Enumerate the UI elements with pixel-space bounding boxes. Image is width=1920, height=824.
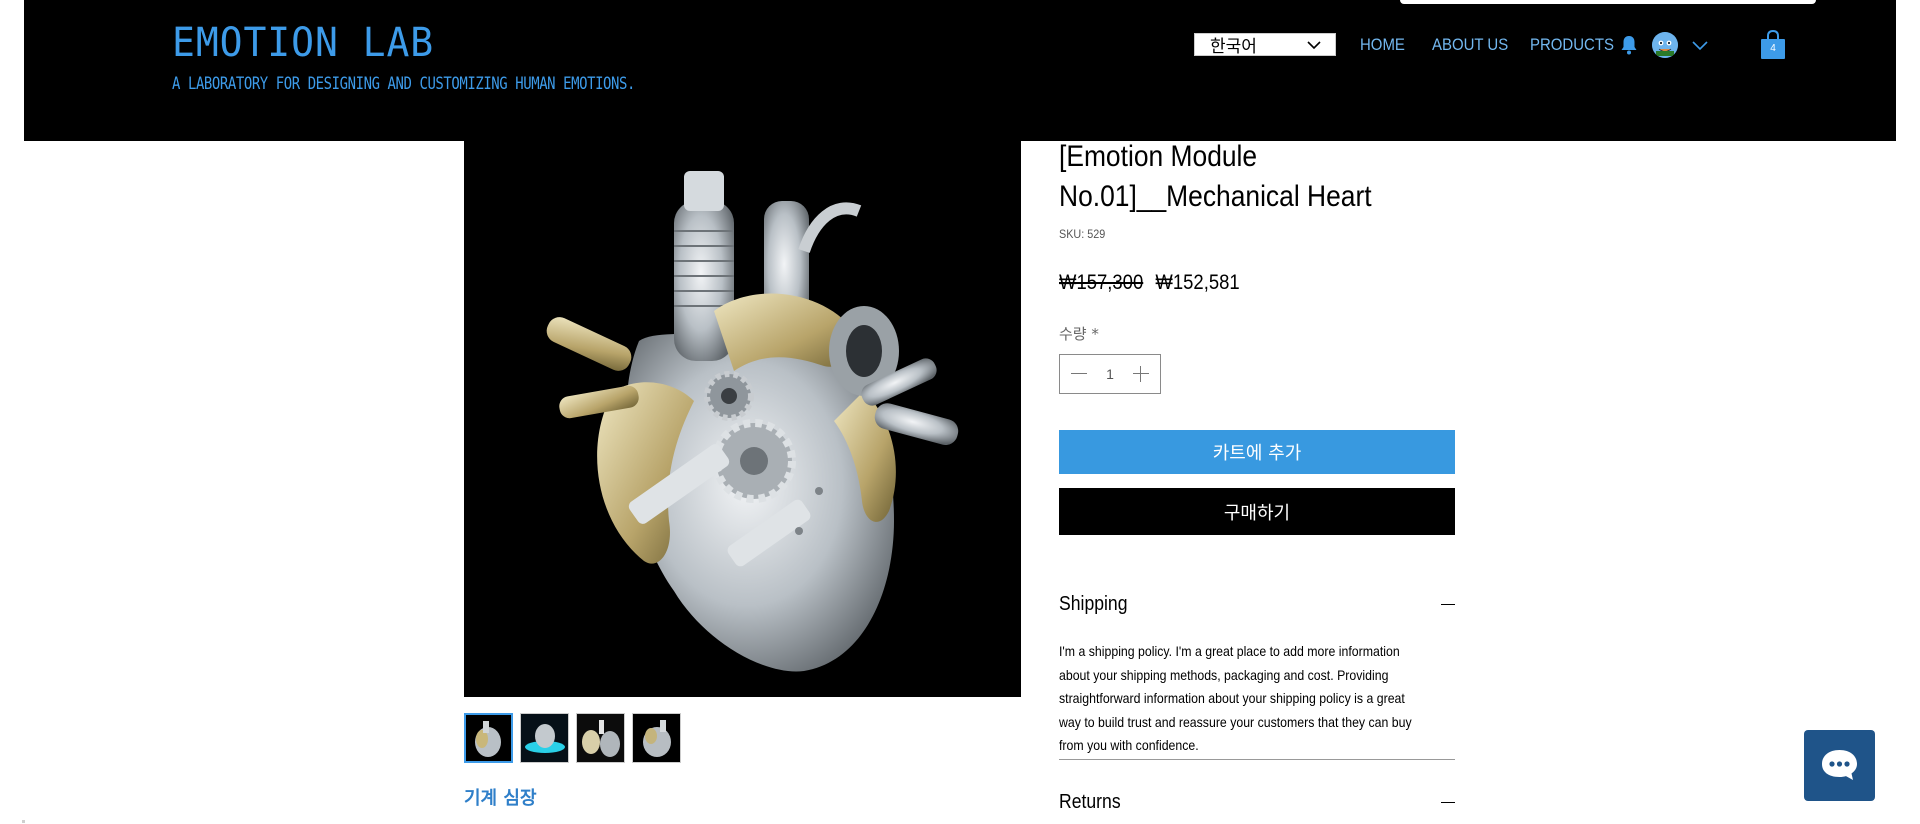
thumbnail-image xyxy=(466,715,511,761)
sale-price: ₩152,581 xyxy=(1155,271,1240,294)
quantity-label: 수량 * xyxy=(1059,325,1099,343)
thumbnail-4[interactable] xyxy=(632,713,681,763)
sku-label: SKU: 529 xyxy=(1059,227,1106,241)
thumbnail-image xyxy=(521,714,568,762)
nav-products[interactable]: PRODUCTS xyxy=(1530,35,1614,55)
returns-accordion-header[interactable]: Returns xyxy=(1059,787,1455,817)
product-subname: 기계 심장 xyxy=(464,788,537,809)
nav-about-us[interactable]: ABOUT US xyxy=(1432,35,1508,55)
brand-tagline: A laboratory for designing and customizi… xyxy=(172,74,635,94)
thumbnail-1[interactable] xyxy=(464,713,513,763)
original-price: ₩157,300 xyxy=(1059,271,1144,294)
cart-count-badge: 4 xyxy=(1770,43,1776,54)
product-title: [Emotion Module No.01]__Mechanical Heart xyxy=(1059,140,1372,213)
add-to-cart-button[interactable]: 카트에 추가 xyxy=(1059,430,1455,474)
divider xyxy=(1059,759,1455,760)
shipping-accordion-header[interactable]: Shipping xyxy=(1059,589,1455,619)
thumbnail-2[interactable] xyxy=(520,713,569,763)
language-value: 한국어 xyxy=(1210,37,1257,57)
corner-mark xyxy=(22,820,25,823)
language-select[interactable]: 한국어 xyxy=(1194,33,1336,57)
collapse-minus-icon xyxy=(1441,603,1455,605)
thumbnail-strip xyxy=(464,713,681,763)
brand-title[interactable]: EMOTION LAB xyxy=(172,20,434,66)
quantity-input[interactable]: 1 xyxy=(1106,366,1114,382)
site-header: EMOTION LAB A laboratory for designing a… xyxy=(24,0,1896,141)
chevron-down-icon xyxy=(1307,41,1321,50)
bell-icon[interactable] xyxy=(1620,35,1638,55)
quantity-increase-button[interactable] xyxy=(1132,365,1150,383)
collapse-minus-icon xyxy=(1441,801,1455,803)
avatar-face-icon xyxy=(1652,32,1678,58)
thumbnail-image xyxy=(577,714,624,762)
account-menu-chevron-icon[interactable] xyxy=(1692,38,1708,52)
chat-icon xyxy=(1822,750,1857,780)
quantity-decrease-button[interactable] xyxy=(1070,365,1088,383)
product-main-image[interactable] xyxy=(464,141,1021,697)
shipping-policy-text: I'm a shipping policy. I'm a great place… xyxy=(1059,643,1412,753)
returns-title: Returns xyxy=(1059,790,1121,813)
mechanical-heart-image xyxy=(464,141,1021,697)
shipping-title: Shipping xyxy=(1059,592,1128,615)
buy-now-button[interactable]: 구매하기 xyxy=(1059,488,1455,535)
nav-home[interactable]: HOME xyxy=(1360,35,1405,55)
quantity-stepper[interactable]: 1 xyxy=(1059,354,1161,394)
chat-button[interactable] xyxy=(1804,730,1875,801)
top-strip xyxy=(1400,0,1816,4)
thumbnail-image xyxy=(633,714,680,762)
price-row: ₩157,300 ₩152,581 xyxy=(1059,271,1240,295)
thumbnail-3[interactable] xyxy=(576,713,625,763)
avatar[interactable] xyxy=(1652,32,1678,58)
